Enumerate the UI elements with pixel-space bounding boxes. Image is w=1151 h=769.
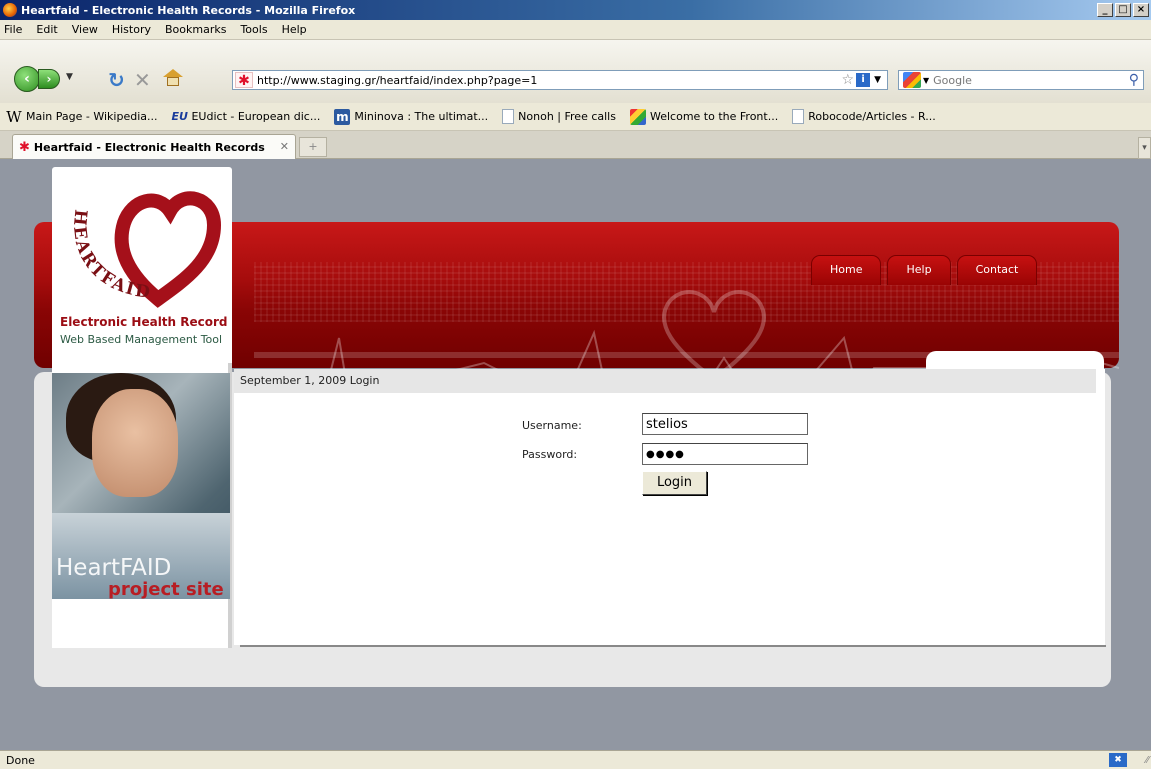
url-bar[interactable]: ✱ http://www.staging.gr/heartfaid/index.… [232,70,888,90]
search-icon[interactable]: ⚲ [1129,72,1139,88]
tab-close-icon[interactable]: ✕ [280,140,289,153]
tab-bar: ✱ Heartfaid - Electronic Health Records … [0,131,1151,159]
nav-help[interactable]: Help [887,255,951,285]
menu-file[interactable]: File [4,23,22,36]
breadcrumb: September 1, 2009 Login [234,369,1096,393]
page-icon [502,109,515,124]
bookmarks-bar: W Main Page - Wikipedia... EU EUdict - Eur… [0,103,1151,131]
url-dropdown-icon[interactable]: ▼ [874,75,881,85]
bookmark-label: Nonoh | Free calls [518,110,616,123]
site-nav: Home Help Contact [811,255,1038,285]
password-label: Password: [522,448,578,461]
site-favicon-icon: ✱ [19,139,30,155]
bookmark-mininova[interactable]: m Mininova : The ultimat... [334,108,489,125]
maximize-button[interactable]: □ [1115,3,1131,17]
bookmark-label: Welcome to the Front... [649,110,779,123]
bookmark-eudict[interactable]: EU EUdict - European dic... [171,109,320,125]
reload-icon[interactable]: ↻ [108,68,125,92]
logo-subtitle-1: Electronic Health Record [60,315,228,329]
menu-help[interactable]: Help [282,23,307,36]
eudict-icon: EU [171,109,188,123]
mininova-icon: m [334,108,351,125]
status-text: Done [6,753,35,767]
logo-arc-text: HEARTFAID [69,209,151,304]
password-field[interactable]: ●●●● [642,443,808,465]
info-icon[interactable]: i [856,73,871,87]
heartfaid-logo: HEARTFAID [69,191,222,308]
logo-panel: HEARTFAID Electronic Health Record Web B… [52,167,232,363]
back-forward-group: ‹ › ▼ [14,66,96,92]
photo-subtitle: project site [108,579,224,599]
bookmark-nonoh[interactable]: Nonoh | Free calls [502,109,616,124]
nav-home[interactable]: Home [811,255,882,285]
tab-heartfaid[interactable]: ✱ Heartfaid - Electronic Health Records … [12,134,296,159]
page-viewport: Home Help Contact HEARTFAID Electronic H… [8,159,1143,750]
page-icon [792,109,805,124]
bookmark-label: Robocode/Articles - R... [808,110,936,123]
search-engine-dropdown-icon[interactable]: ▼ [923,76,929,85]
menu-view[interactable]: View [72,23,98,36]
window-title: Heartfaid - Electronic Health Records - … [21,3,356,17]
addon-icon[interactable]: ✖ [1109,753,1127,767]
username-label: Username: [522,419,582,432]
tab-list-dropdown-icon[interactable]: ▾ [1138,137,1151,159]
window-title-bar: Heartfaid - Electronic Health Records - … [0,0,1151,20]
site-favicon-icon: ✱ [235,72,253,89]
content-area: September 1, 2009 Login Username: Passwo… [234,369,1105,645]
firefox-icon [3,3,17,17]
bookmark-robocode[interactable]: Robocode/Articles - R... [792,109,936,124]
menu-bookmarks[interactable]: Bookmarks [165,23,226,36]
tab-label: Heartfaid - Electronic Health Records [33,140,265,154]
back-button[interactable]: ‹ [14,66,40,92]
wikipedia-icon: W [6,107,22,126]
bookmark-frontpage[interactable]: Welcome to the Front... [629,108,779,125]
search-input[interactable]: Google [933,74,1129,87]
bookmark-label: EUdict - European dic... [191,110,321,123]
forward-button[interactable]: › [38,69,60,89]
viewport-right-margin [1143,159,1151,750]
search-bar[interactable]: ▼ Google ⚲ [898,70,1144,90]
doctor-photo: HeartFAID project site [52,373,230,599]
url-text[interactable]: http://www.staging.gr/heartfaid/index.ph… [257,74,842,87]
viewport-left-margin [0,159,8,750]
photo-face [92,389,178,497]
bookmark-star-icon[interactable]: ☆ [842,72,855,88]
frontpage-icon [629,108,646,125]
status-bar: Done ✖ ⁄⁄ [0,750,1151,769]
bookmark-wikipedia[interactable]: W Main Page - Wikipedia... [6,109,157,125]
new-tab-button[interactable]: + [299,137,327,157]
home-icon[interactable] [163,69,183,87]
login-button[interactable]: Login [642,471,707,495]
menu-tools[interactable]: Tools [240,23,267,36]
username-field[interactable] [642,413,808,435]
bookmark-label: Mininova : The ultimat... [354,110,489,123]
stop-icon[interactable]: ✕ [134,68,151,92]
svg-text:HEARTFAID: HEARTFAID [69,209,153,304]
close-button[interactable]: × [1133,3,1149,17]
minimize-button[interactable]: _ [1097,3,1113,17]
logo-subtitle-2: Web Based Management Tool [60,333,223,346]
menu-history[interactable]: History [112,23,151,36]
navigation-toolbar: ‹ › ▼ ↻ ✕ ✱ http://www.staging.gr/heartf… [0,40,1151,103]
content-divider [240,645,1106,647]
history-dropdown-icon[interactable]: ▼ [66,72,73,82]
resize-grip-icon[interactable]: ⁄⁄ [1146,755,1149,766]
nav-contact[interactable]: Contact [956,255,1038,285]
menu-bar: File Edit View History Bookmarks Tools H… [0,20,1151,40]
bookmark-label: Main Page - Wikipedia... [26,110,158,123]
left-column: HeartFAID project site [52,363,232,648]
menu-edit[interactable]: Edit [36,23,57,36]
photo-title: HeartFAID [56,555,172,581]
google-icon[interactable] [903,72,921,88]
